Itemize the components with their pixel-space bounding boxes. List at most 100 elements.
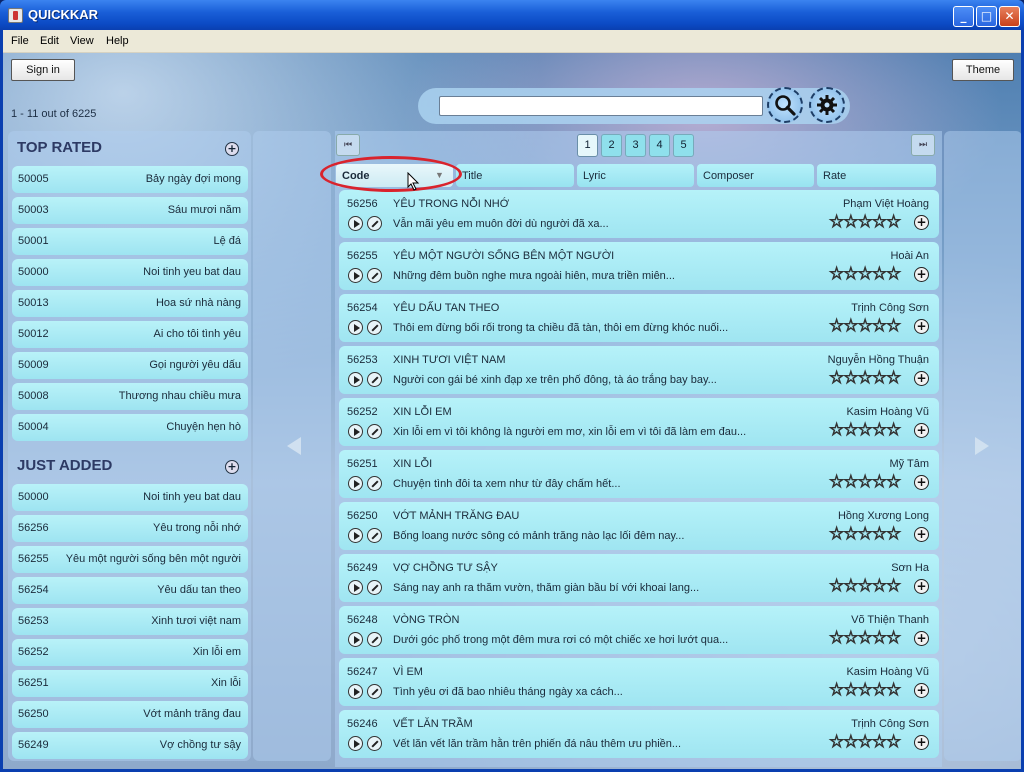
play-icon[interactable] bbox=[348, 580, 363, 595]
song-row[interactable]: 56253 XINH TƯƠI VIỆT NAM Nguyễn Hồng Thuận… bbox=[339, 346, 939, 394]
play-icon[interactable] bbox=[348, 528, 363, 543]
column-header-rate[interactable]: Rate bbox=[817, 164, 936, 187]
microphone-icon[interactable] bbox=[367, 216, 382, 231]
search-input[interactable] bbox=[439, 96, 763, 116]
top-rated-add-icon[interactable]: + bbox=[225, 142, 239, 156]
column-header-title[interactable]: Title bbox=[456, 164, 574, 187]
add-to-playlist-icon[interactable]: + bbox=[914, 267, 929, 282]
sidebar-list-item[interactable]: 56253 Xinh tươi việt nam bbox=[12, 608, 248, 635]
microphone-icon[interactable] bbox=[367, 372, 382, 387]
sidebar-list-item[interactable]: 56255 Yêu một người sống bên một người bbox=[12, 546, 248, 573]
sidebar-list-item[interactable]: 56256 Yêu trong nỗi nhớ bbox=[12, 515, 248, 542]
play-icon[interactable] bbox=[348, 736, 363, 751]
song-row[interactable]: 56252 XIN LỖI EM Kasim Hoàng Vũ Xin lỗi em … bbox=[339, 398, 939, 446]
rating-stars[interactable]: ☆☆☆☆☆ bbox=[828, 525, 901, 543]
sidebar-list-item[interactable]: 50005 Bảy ngày đợi mong bbox=[12, 166, 248, 193]
sidebar-list-item[interactable]: 50012 Ai cho tôi tình yêu bbox=[12, 321, 248, 348]
microphone-icon[interactable] bbox=[367, 268, 382, 283]
first-page-button[interactable]: ⏮ bbox=[336, 134, 360, 156]
microphone-icon[interactable] bbox=[367, 580, 382, 595]
play-icon[interactable] bbox=[348, 372, 363, 387]
microphone-icon[interactable] bbox=[367, 424, 382, 439]
song-row[interactable]: 56251 XIN LỖI Mỹ Tâm Chuyện tình đôi ta xem… bbox=[339, 450, 939, 498]
rating-stars[interactable]: ☆☆☆☆☆ bbox=[828, 577, 901, 595]
sidebar-list-item[interactable]: 50001 Lệ đá bbox=[12, 228, 248, 255]
sidebar-list-item[interactable]: 50004 Chuyện hẹn hò bbox=[12, 414, 248, 441]
microphone-icon[interactable] bbox=[367, 528, 382, 543]
sidebar-list-item[interactable]: 56252 Xin lỗi em bbox=[12, 639, 248, 666]
play-icon[interactable] bbox=[348, 320, 363, 335]
rating-stars[interactable]: ☆☆☆☆☆ bbox=[828, 369, 901, 387]
minimize-button[interactable]: _ bbox=[953, 6, 974, 27]
sidebar-list-item[interactable]: 56254 Yêu dấu tan theo bbox=[12, 577, 248, 604]
column-header-lyric[interactable]: Lyric bbox=[577, 164, 694, 187]
rating-stars[interactable]: ☆☆☆☆☆ bbox=[828, 733, 901, 751]
close-button[interactable]: ✕ bbox=[999, 6, 1020, 27]
song-row[interactable]: 56249 VỢ CHỒNG TƯ SẬY Sơn Ha Sáng nay anh r… bbox=[339, 554, 939, 602]
column-header-composer[interactable]: Composer bbox=[697, 164, 814, 187]
sidebar-list-item[interactable]: 50000 Noi tinh yeu bat dau bbox=[12, 259, 248, 286]
add-to-playlist-icon[interactable]: + bbox=[914, 683, 929, 698]
microphone-icon[interactable] bbox=[367, 632, 382, 647]
sidebar-list-item[interactable]: 56250 Vớt mảnh trăng đau bbox=[12, 701, 248, 728]
sign-in-button[interactable]: Sign in bbox=[11, 59, 75, 81]
song-row[interactable]: 56254 YÊU DẤU TAN THEO Trịnh Công Sơn Thôi … bbox=[339, 294, 939, 342]
menu-help[interactable]: Help bbox=[106, 35, 129, 47]
menu-edit[interactable]: Edit bbox=[40, 35, 59, 47]
song-row[interactable]: 56246 VẾT LĂN TRẦM Trịnh Công Sơn Vết lăn v… bbox=[339, 710, 939, 758]
play-icon[interactable] bbox=[348, 268, 363, 283]
sidebar-list-item[interactable]: 56251 Xin lỗi bbox=[12, 670, 248, 697]
window-titlebar[interactable]: QUICKKAR _ □ ✕ bbox=[0, 0, 1024, 30]
song-row[interactable]: 56247 VÌ EM Kasim Hoàng Vũ Tình yêu ơi đã b… bbox=[339, 658, 939, 706]
add-to-playlist-icon[interactable]: + bbox=[914, 579, 929, 594]
song-row[interactable]: 56256 YÊU TRONG NỖI NHỚ Phạm Việt Hoàng Vẫn… bbox=[339, 190, 939, 238]
song-row[interactable]: 56248 VÒNG TRÒN Võ Thiện Thanh Dưới góc phố… bbox=[339, 606, 939, 654]
microphone-icon[interactable] bbox=[367, 684, 382, 699]
left-arrow-icon[interactable] bbox=[287, 437, 301, 455]
play-icon[interactable] bbox=[348, 684, 363, 699]
microphone-icon[interactable] bbox=[367, 320, 382, 335]
sidebar-list-item[interactable]: 50009 Gọi người yêu dấu bbox=[12, 352, 248, 379]
play-icon[interactable] bbox=[348, 476, 363, 491]
theme-button[interactable]: Theme bbox=[952, 59, 1014, 81]
sidebar-list-item[interactable]: 50003 Sáu mươi năm bbox=[12, 197, 248, 224]
page-1-button[interactable]: 1 bbox=[577, 134, 598, 157]
settings-button[interactable] bbox=[809, 87, 845, 123]
rating-stars[interactable]: ☆☆☆☆☆ bbox=[828, 265, 901, 283]
page-4-button[interactable]: 4 bbox=[649, 134, 670, 157]
song-row[interactable]: 56250 VỚT MẢNH TRĂNG ĐAU Hồng Xương Long Bố… bbox=[339, 502, 939, 550]
maximize-button[interactable]: □ bbox=[976, 6, 997, 27]
menu-view[interactable]: View bbox=[70, 35, 94, 47]
play-icon[interactable] bbox=[348, 424, 363, 439]
page-2-button[interactable]: 2 bbox=[601, 134, 622, 157]
add-to-playlist-icon[interactable]: + bbox=[914, 735, 929, 750]
song-row[interactable]: 56255 YÊU MỘT NGƯỜI SỐNG BÊN MỘT NGƯỜI Hoà… bbox=[339, 242, 939, 290]
right-arrow-icon[interactable] bbox=[975, 437, 989, 455]
rating-stars[interactable]: ☆☆☆☆☆ bbox=[828, 473, 901, 491]
play-icon[interactable] bbox=[348, 216, 363, 231]
add-to-playlist-icon[interactable]: + bbox=[914, 319, 929, 334]
menu-file[interactable]: File bbox=[11, 35, 29, 47]
add-to-playlist-icon[interactable]: + bbox=[914, 371, 929, 386]
add-to-playlist-icon[interactable]: + bbox=[914, 475, 929, 490]
sidebar-list-item[interactable]: 50013 Hoa sứ nhà nàng bbox=[12, 290, 248, 317]
add-to-playlist-icon[interactable]: + bbox=[914, 631, 929, 646]
page-5-button[interactable]: 5 bbox=[673, 134, 694, 157]
last-page-button[interactable]: ⏭ bbox=[911, 134, 935, 156]
play-icon[interactable] bbox=[348, 632, 363, 647]
sidebar-list-item[interactable]: 50008 Thương nhau chiều mưa bbox=[12, 383, 248, 410]
just-added-add-icon[interactable]: + bbox=[225, 460, 239, 474]
rating-stars[interactable]: ☆☆☆☆☆ bbox=[828, 681, 901, 699]
microphone-icon[interactable] bbox=[367, 476, 382, 491]
microphone-icon[interactable] bbox=[367, 736, 382, 751]
sidebar-list-item[interactable]: 56249 Vợ chồng tư sậy bbox=[12, 732, 248, 759]
sidebar-list-item[interactable]: 50000 Noi tinh yeu bat dau bbox=[12, 484, 248, 511]
rating-stars[interactable]: ☆☆☆☆☆ bbox=[828, 317, 901, 335]
add-to-playlist-icon[interactable]: + bbox=[914, 215, 929, 230]
add-to-playlist-icon[interactable]: + bbox=[914, 527, 929, 542]
page-3-button[interactable]: 3 bbox=[625, 134, 646, 157]
rating-stars[interactable]: ☆☆☆☆☆ bbox=[828, 629, 901, 647]
add-to-playlist-icon[interactable]: + bbox=[914, 423, 929, 438]
search-button[interactable] bbox=[767, 87, 803, 123]
rating-stars[interactable]: ☆☆☆☆☆ bbox=[828, 421, 901, 439]
